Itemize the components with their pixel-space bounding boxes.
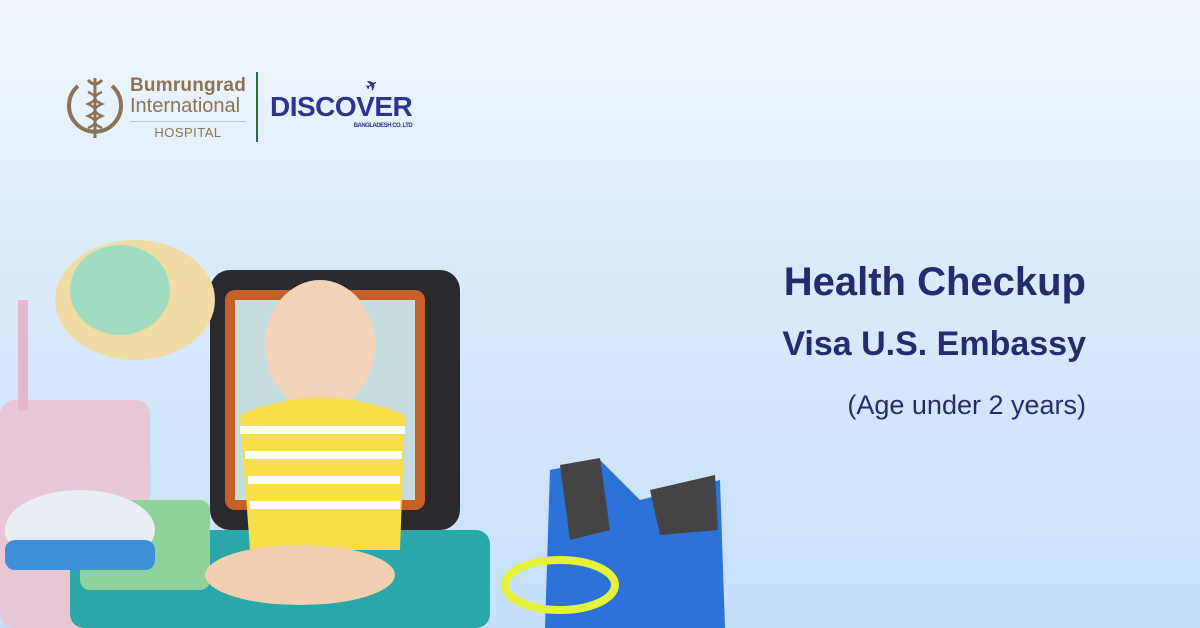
- partner-subtitle: BANGLADESH CO. LTD: [353, 123, 413, 129]
- logo-rule: [130, 120, 246, 122]
- hospital-logo-text: Bumrungrad International HOSPITAL: [130, 76, 246, 139]
- partner-name: DISCOVER: [270, 91, 413, 122]
- headline-subtitle: Visa U.S. Embassy: [782, 325, 1086, 363]
- baby-shirt: [240, 397, 405, 550]
- hospital-name-line3: HOSPITAL: [154, 124, 222, 140]
- baby-in-suitcase-photo: [0, 240, 725, 628]
- hospital-name-line2: International: [130, 94, 241, 117]
- hospital-name-line1: Bumrungrad: [130, 74, 246, 96]
- banner: Bumrungrad International HOSPITAL DISCOV…: [0, 0, 1200, 628]
- partner-logo: DISCOVER ✈ BANGLADESH CO. LTD: [270, 75, 413, 129]
- headline-age-note: (Age under 2 years): [847, 390, 1086, 420]
- caduceus-emblem-icon: [67, 78, 123, 138]
- headline-block: Health Checkup Visa U.S. Embassy (Age un…: [782, 258, 1086, 422]
- logo-bar: Bumrungrad International HOSPITAL DISCOV…: [66, 72, 413, 142]
- baby-head: [265, 280, 375, 410]
- logo-divider: [256, 72, 258, 142]
- headline-title: Health Checkup: [783, 260, 1086, 304]
